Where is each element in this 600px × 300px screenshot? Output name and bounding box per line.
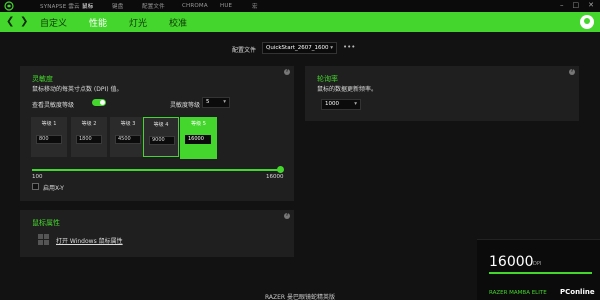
polling-rate-dropdown[interactable]: 1000 ▾ [321, 99, 361, 110]
profile-dropdown[interactable]: QuickStart_2607_1600 ▾ [262, 42, 337, 54]
stages-label: 灵敏度等级 [170, 102, 201, 109]
tab-calibration[interactable]: 校准 [169, 16, 187, 29]
tab-performance[interactable]: 性能 [89, 16, 107, 29]
help-icon[interactable]: ? [284, 69, 290, 75]
polling-title: 轮询率 [317, 75, 338, 83]
windows-icon [38, 234, 50, 246]
stage-label: 等级 5 [191, 121, 206, 127]
top-nav-profiles[interactable]: 配置文件 [142, 2, 182, 10]
stage-toggle[interactable] [92, 99, 106, 106]
dpi-level-bar [489, 272, 592, 274]
stage-toggle-label: 查看灵敏度等级 [32, 102, 75, 109]
sensitivity-description: 鼠标移动的每英寸点数 (DPI) 值。 [32, 86, 123, 93]
stage-dpi-input[interactable]: 16000 [185, 135, 211, 144]
dpi-stage-3[interactable]: 等级 3 4500 [110, 117, 146, 157]
xy-label: 启用X-Y [43, 185, 64, 192]
stage-label: 等级 4 [153, 122, 169, 128]
stage-label: 等级 1 [41, 121, 57, 127]
top-nav-chroma[interactable]: CHROMA [182, 3, 220, 9]
chevron-down-icon: ▾ [223, 99, 226, 105]
dpi-stage-4[interactable]: 等级 4 9000 [143, 117, 179, 157]
top-nav-synapse[interactable]: SYNAPSE 雲云 [40, 2, 82, 10]
sensitivity-title: 灵敏度 [32, 75, 53, 83]
help-icon[interactable]: ? [284, 213, 290, 219]
tab-lighting[interactable]: 灯光 [129, 16, 147, 29]
current-dpi-value: 16000 [489, 254, 534, 270]
footer-device-name: RAZER 曼巴眼镜蛇精英版 [264, 294, 335, 300]
top-nav-macro[interactable]: 宏 [252, 2, 272, 10]
minimize-button[interactable]: – [560, 1, 564, 9]
top-nav-bar: SYNAPSE 雲云 鼠标 键盘 配置文件 CHROMA HUE 宏 – □ ✕ [0, 0, 600, 12]
dpi-slider-handle[interactable] [277, 166, 284, 173]
dpi-unit: DPI [533, 261, 542, 267]
stage-dpi-input[interactable]: 800 [36, 135, 62, 144]
slider-min-label: 100 [32, 174, 43, 180]
dpi-stage-2[interactable]: 等级 2 1800 [71, 117, 107, 157]
window-controls: – □ ✕ [560, 1, 594, 9]
profile-value: QuickStart_2607_1600 [266, 45, 329, 51]
stages-value: 5 [206, 99, 210, 105]
polling-rate-panel: ? 轮询率 鼠标的数据更新频率。 1000 ▾ [305, 66, 579, 121]
xy-checkbox[interactable] [32, 183, 39, 190]
chevron-down-icon: ▾ [354, 101, 357, 107]
sub-nav-bar: ❮ ❯ 自定义 性能 灯光 校准 [0, 12, 600, 32]
polling-description: 鼠标的数据更新频率。 [317, 86, 378, 93]
mouse-props-title: 鼠标属性 [32, 219, 60, 227]
mouse-properties-panel: ? 鼠标属性 打开 Windows 鼠标属性 [20, 210, 294, 257]
stages-dropdown[interactable]: 5 ▾ [202, 97, 230, 108]
back-arrow-icon[interactable]: ❮ [6, 16, 14, 27]
tab-customize[interactable]: 自定义 [40, 16, 67, 29]
sub-tabs: 自定义 性能 灯光 校准 [40, 12, 209, 32]
profile-label: 配置文件 [232, 47, 257, 54]
slider-max-label: 16000 [266, 174, 284, 180]
stage-dpi-input[interactable]: 9000 [149, 136, 175, 145]
forward-arrow-icon[interactable]: ❯ [20, 16, 28, 27]
user-avatar-icon[interactable] [580, 15, 594, 29]
maximize-button[interactable]: □ [573, 1, 580, 9]
windows-mouse-properties-link[interactable]: 打开 Windows 鼠标属性 [56, 236, 123, 245]
close-button[interactable]: ✕ [588, 1, 594, 9]
stage-label: 等级 2 [81, 121, 97, 127]
dpi-stage-5-active[interactable]: 等级 5 16000 [180, 117, 217, 159]
dpi-slider-track[interactable] [32, 169, 281, 171]
top-nav-hue[interactable]: HUE [220, 3, 252, 9]
stage-dpi-input[interactable]: 4500 [115, 135, 141, 144]
top-nav-keyboard[interactable]: 键盘 [112, 2, 142, 10]
stage-label: 等级 3 [120, 121, 136, 127]
more-options-icon[interactable]: ••• [343, 43, 355, 51]
polling-value: 1000 [325, 101, 339, 107]
razer-logo-icon [4, 1, 14, 11]
top-nav: SYNAPSE 雲云 鼠标 键盘 配置文件 CHROMA HUE 宏 [40, 0, 272, 12]
chevron-down-icon: ▾ [330, 45, 333, 51]
stage-dpi-input[interactable]: 1800 [76, 135, 102, 144]
help-icon[interactable]: ? [569, 69, 575, 75]
dpi-stage-1[interactable]: 等级 1 800 [31, 117, 67, 157]
top-nav-mouse[interactable]: 鼠标 [82, 2, 112, 10]
